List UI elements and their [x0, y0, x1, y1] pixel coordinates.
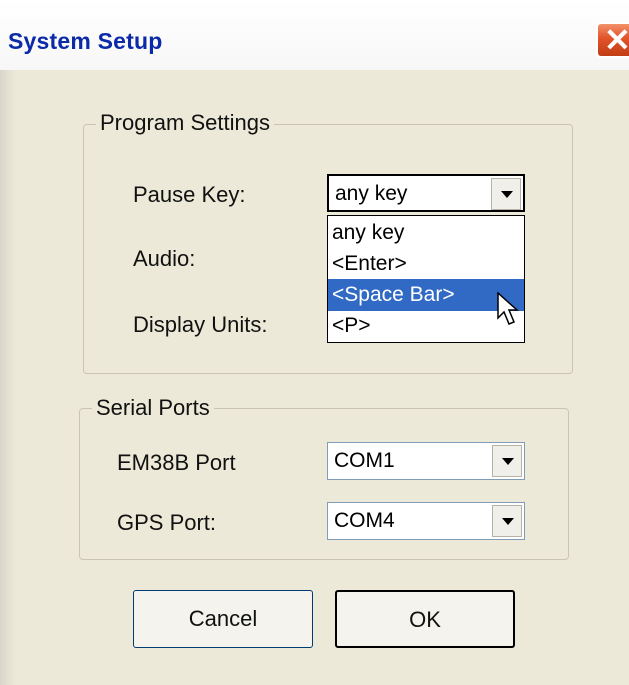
- pause-key-dropdown-button[interactable]: [491, 178, 521, 210]
- window-border: [0, 70, 15, 685]
- chevron-down-icon: [502, 458, 514, 465]
- pause-key-dropdown-list: any key <Enter> <Space Bar> <P>: [327, 215, 525, 343]
- gps-port-select[interactable]: COM4: [327, 502, 525, 540]
- chevron-down-icon: [501, 191, 513, 198]
- display-units-label: Display Units:: [133, 312, 268, 337]
- gps-port-label: GPS Port:: [117, 510, 217, 535]
- em38b-dropdown-button[interactable]: [492, 445, 522, 477]
- window-title: System Setup: [8, 28, 163, 54]
- dropdown-option-p[interactable]: <P>: [328, 310, 524, 342]
- close-button[interactable]: ✕: [596, 22, 629, 58]
- chevron-down-icon: [502, 518, 514, 525]
- dropdown-option-enter[interactable]: <Enter>: [328, 248, 524, 280]
- title-bar: System Setup ✕: [0, 0, 629, 70]
- ok-button[interactable]: OK: [335, 590, 515, 648]
- cancel-button[interactable]: Cancel: [133, 590, 313, 648]
- gps-port-value: COM4: [334, 509, 395, 532]
- pause-key-value: any key: [335, 182, 408, 205]
- program-settings-legend: Program Settings: [96, 110, 274, 136]
- serial-ports-legend: Serial Ports: [92, 395, 214, 421]
- em38b-port-label: EM38B Port: [117, 450, 236, 475]
- pause-key-label: Pause Key:: [133, 182, 246, 207]
- gps-dropdown-button[interactable]: [492, 505, 522, 537]
- mouse-cursor-icon: [497, 292, 519, 325]
- pause-key-select[interactable]: any key: [327, 174, 525, 212]
- em38b-port-value: COM1: [334, 449, 395, 472]
- dropdown-option-space-bar[interactable]: <Space Bar>: [328, 279, 524, 311]
- close-icon: ✕: [604, 22, 629, 58]
- dropdown-option-any-key[interactable]: any key: [328, 217, 524, 249]
- em38b-port-select[interactable]: COM1: [327, 442, 525, 480]
- audio-label: Audio:: [133, 246, 196, 271]
